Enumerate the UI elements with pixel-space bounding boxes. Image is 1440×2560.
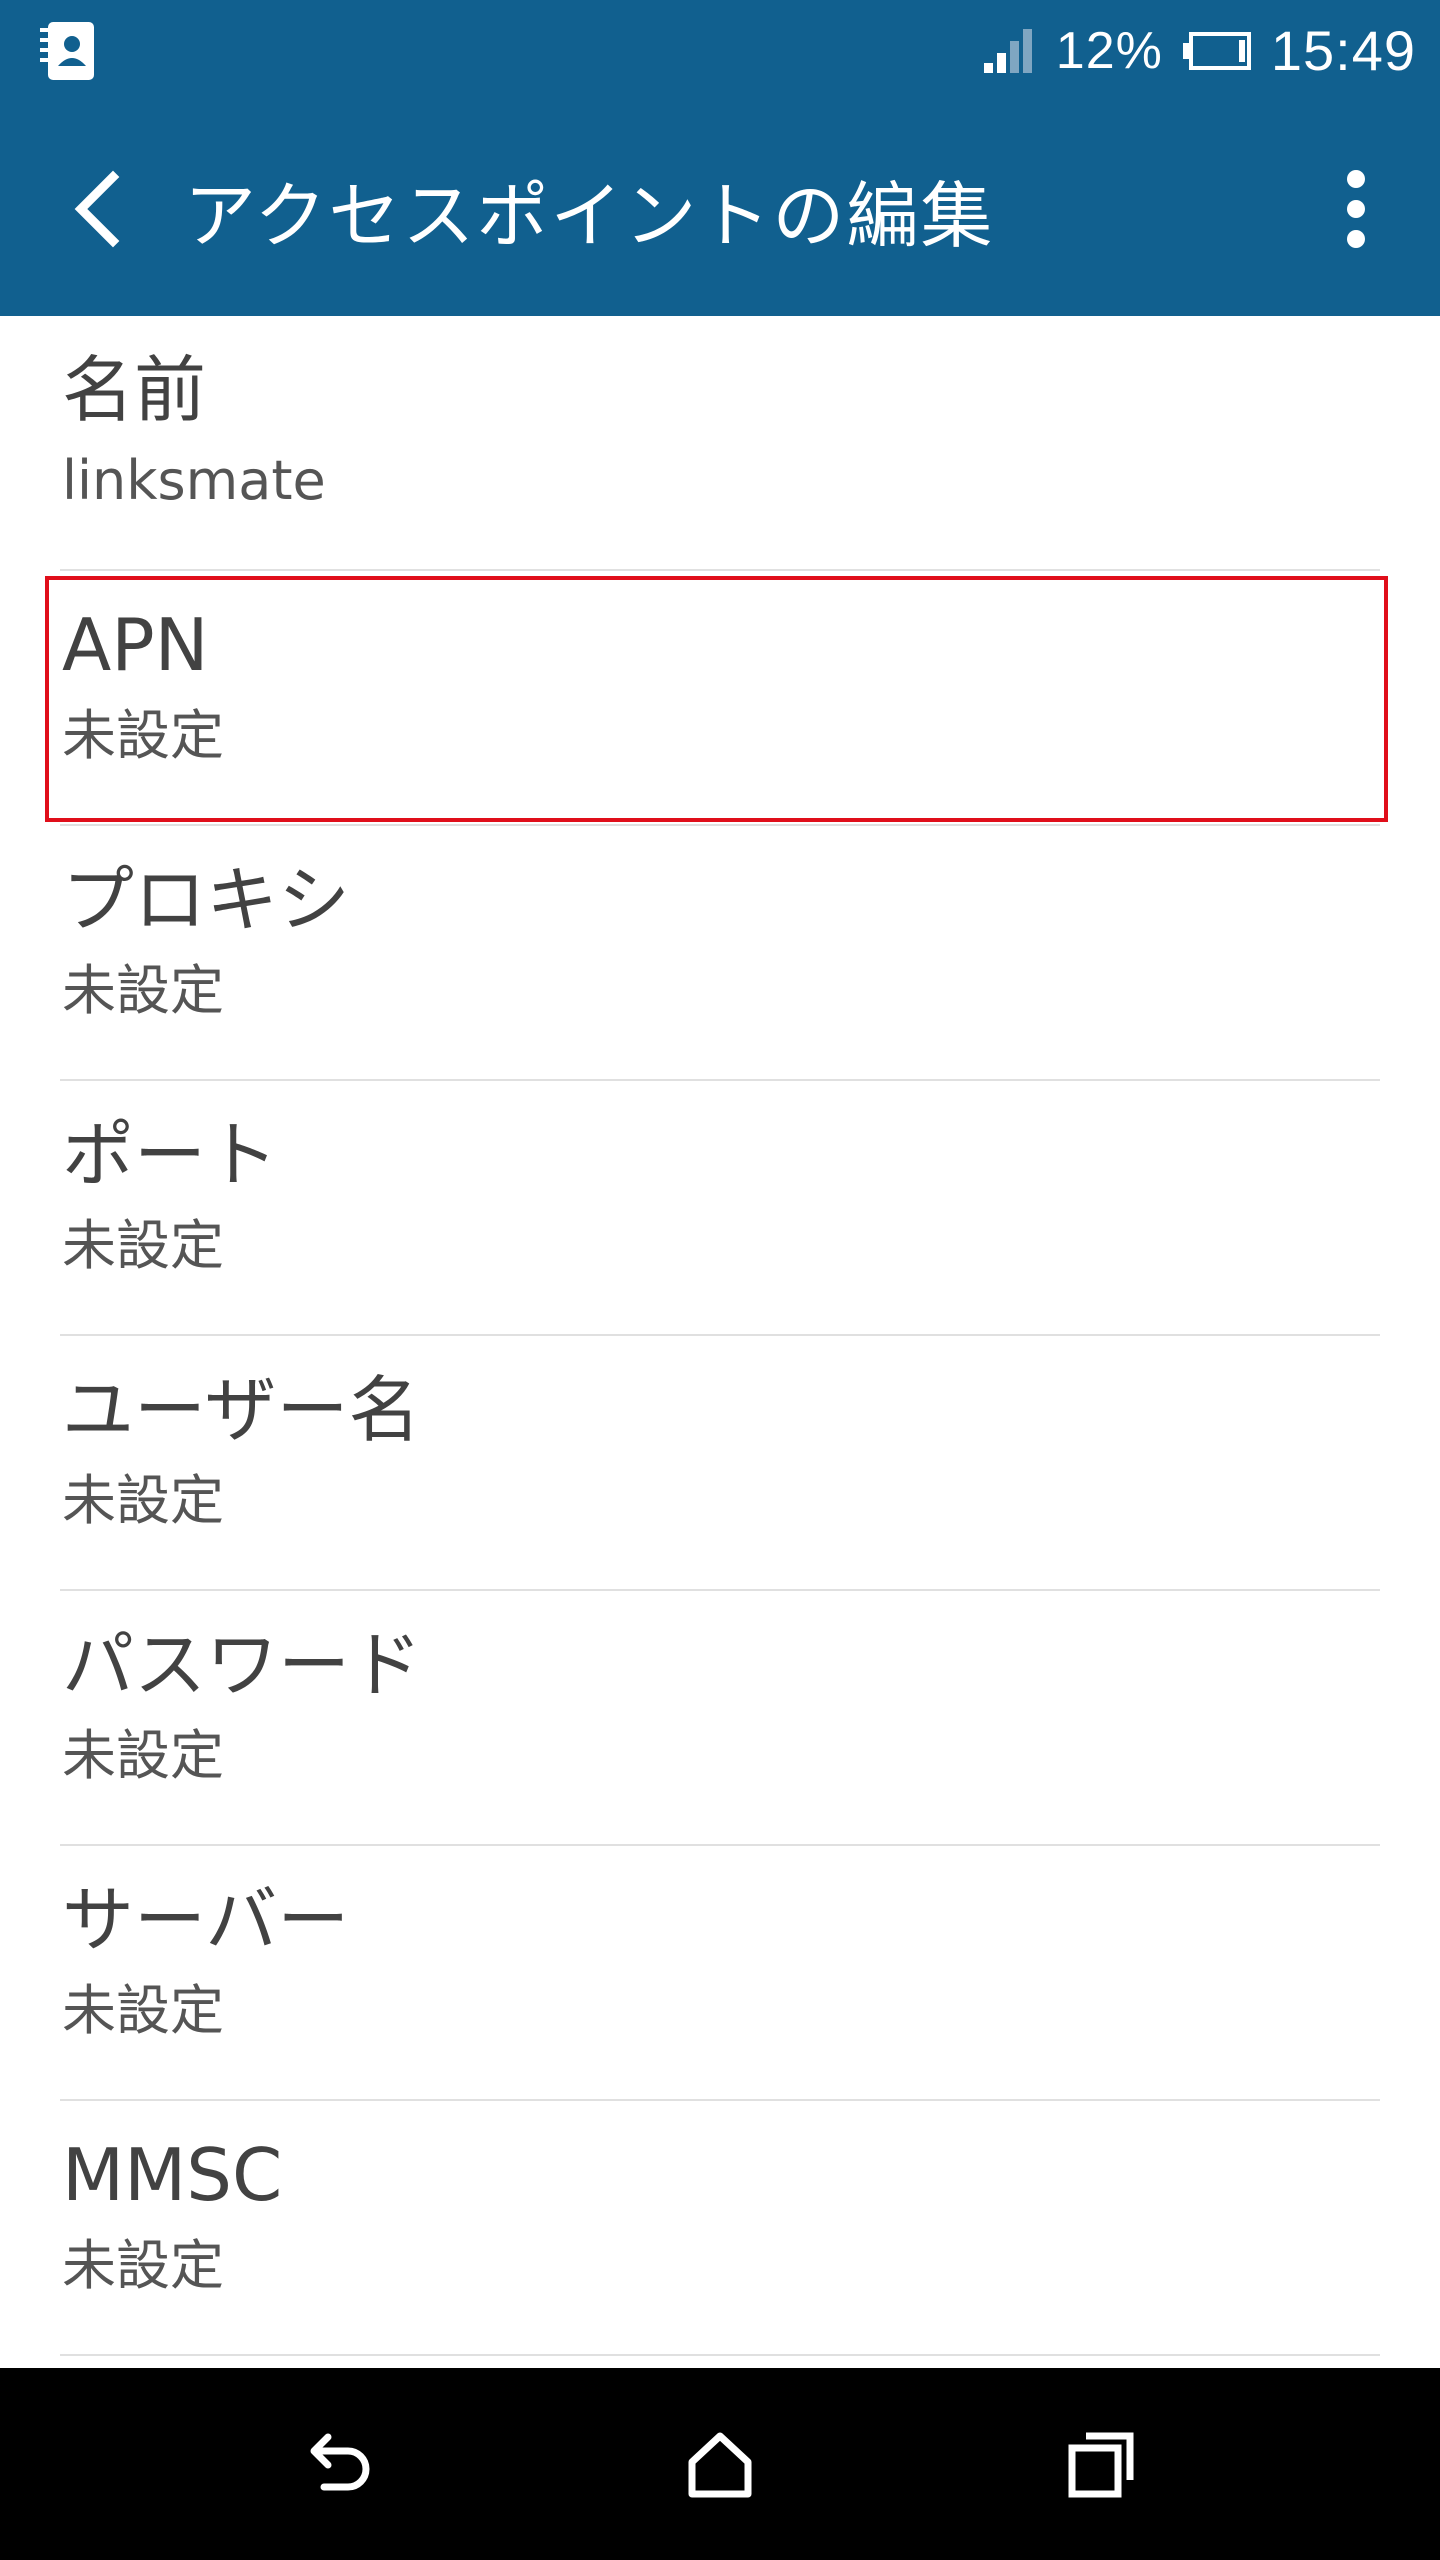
list-item-username[interactable]: ユーザー名 未設定 — [60, 1336, 1380, 1591]
item-title: プロキシ — [62, 858, 351, 942]
item-value: 未設定 — [62, 959, 224, 1022]
nav-back-button[interactable] — [288, 2414, 388, 2514]
status-right-group: 12% 15:49 — [982, 0, 1416, 102]
list-item-apn[interactable]: APN 未設定 — [60, 571, 1380, 826]
app-bar: アクセスポイントの編集 — [0, 102, 1440, 316]
overflow-menu-button[interactable] — [1326, 164, 1386, 254]
list-item-password[interactable]: パスワード 未設定 — [60, 1591, 1380, 1846]
back-button[interactable] — [52, 164, 142, 254]
status-time: 15:49 — [1270, 19, 1416, 82]
item-value: 未設定 — [62, 704, 224, 767]
battery-icon — [1181, 31, 1253, 71]
item-value: linksmate — [62, 449, 326, 512]
settings-list: 名前 linksmate APN 未設定 プロキシ 未設定 ポート 未設定 ユー… — [0, 316, 1440, 2356]
item-value: 未設定 — [62, 2234, 224, 2297]
item-value: 未設定 — [62, 1979, 224, 2042]
item-title: ユーザー名 — [62, 1368, 421, 1452]
more-vert-icon — [1347, 170, 1365, 248]
battery-percent: 12% — [1055, 22, 1163, 80]
list-item-mmsc[interactable]: MMSC 未設定 — [60, 2101, 1380, 2356]
item-title: ポート — [62, 1113, 279, 1197]
navigation-bar — [0, 2368, 1440, 2560]
nav-home-button[interactable] — [670, 2414, 770, 2514]
back-arrow-icon — [310, 2433, 370, 2491]
recent-apps-icon — [1068, 2432, 1134, 2498]
item-title: 名前 — [62, 348, 207, 432]
item-value: 未設定 — [62, 1724, 224, 1787]
list-item-proxy[interactable]: プロキシ 未設定 — [60, 826, 1380, 1081]
list-item-server[interactable]: サーバー 未設定 — [60, 1846, 1380, 2101]
item-title: MMSC — [62, 2133, 283, 2217]
home-icon — [688, 2432, 752, 2498]
item-value: 未設定 — [62, 1214, 224, 1277]
list-item-port[interactable]: ポート 未設定 — [60, 1081, 1380, 1336]
item-title: APN — [62, 603, 209, 687]
item-title: サーバー — [62, 1878, 350, 1962]
nav-recent-apps-button[interactable] — [1052, 2414, 1152, 2514]
status-bar: 12% 15:49 — [0, 0, 1440, 102]
contacts-notification-icon — [38, 20, 96, 82]
signal-icon — [982, 27, 1038, 75]
item-value: 未設定 — [62, 1469, 224, 1532]
item-title: パスワード — [62, 1623, 423, 1707]
chevron-left-icon — [74, 170, 120, 248]
list-item-name[interactable]: 名前 linksmate — [60, 316, 1380, 571]
page-title: アクセスポイントの編集 — [184, 173, 995, 258]
